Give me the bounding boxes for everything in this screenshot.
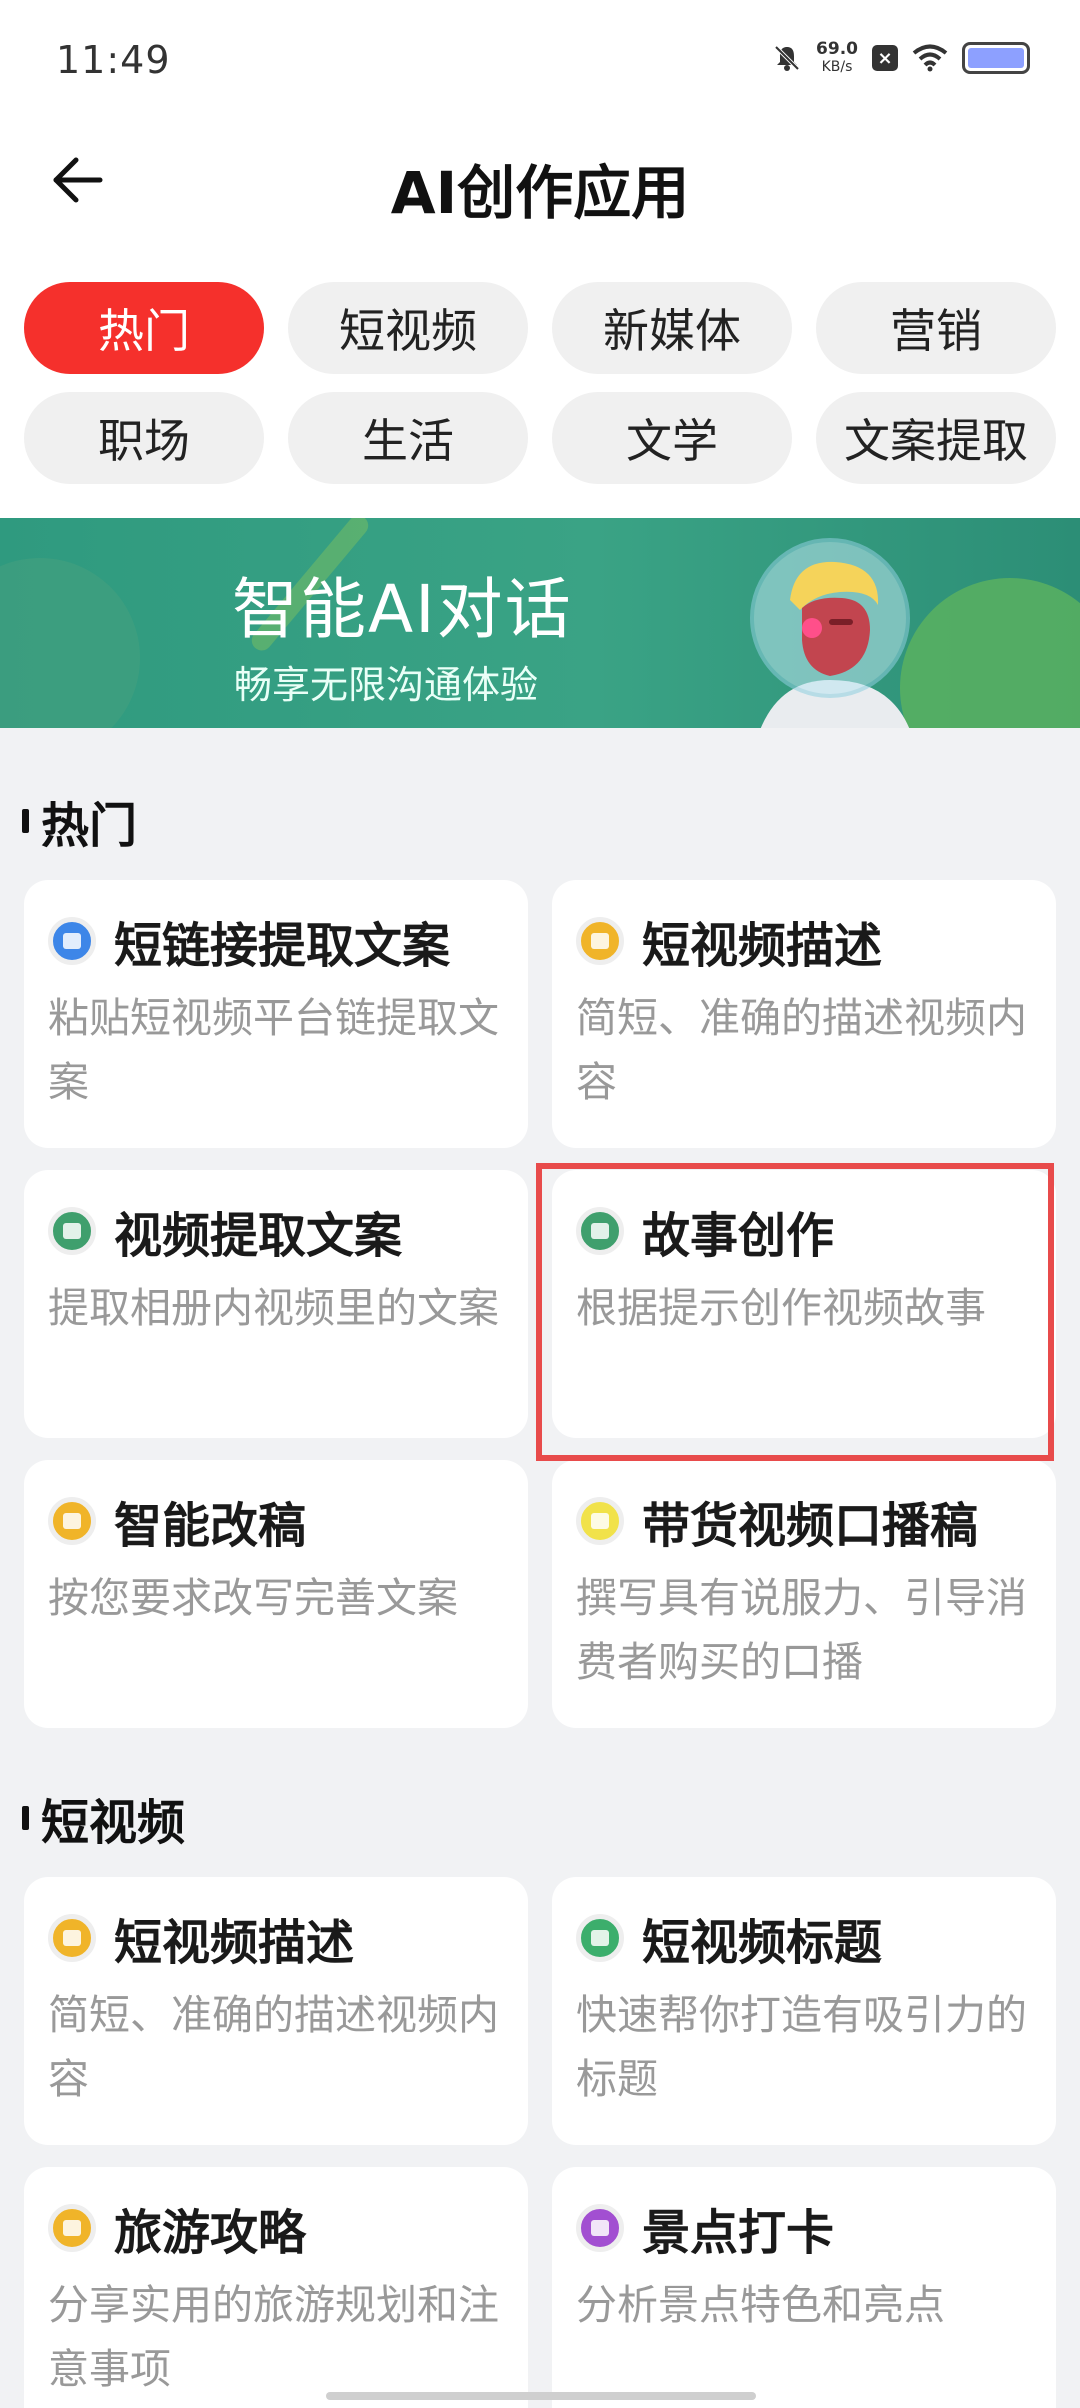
- card-description: 分析景点特色和亮点: [576, 2281, 945, 2329]
- sim-blocked-icon: ×: [872, 45, 898, 71]
- mute-bell-icon: [774, 45, 800, 71]
- card-title: 带货视频口播稿: [642, 1498, 979, 1554]
- card-title: 智能改稿: [114, 1498, 307, 1554]
- film-icon: [576, 917, 624, 965]
- card-header: 景点打卡: [576, 2197, 1032, 2261]
- card-title: 视频提取文案: [114, 1208, 403, 1264]
- net-speed: 69.0 KB/s: [816, 40, 858, 76]
- section-title-marker: [22, 1806, 29, 1830]
- card-header: 短链接提取文案: [48, 910, 504, 974]
- home-indicator[interactable]: [326, 2392, 756, 2400]
- status-bar: 11:49 69.0 KB/s ×: [0, 0, 1080, 120]
- feature-card[interactable]: 短视频标题快速帮你打造有吸引力的标题: [552, 1877, 1056, 2145]
- battery-icon: [962, 42, 1030, 74]
- icon-glyph: [63, 1930, 81, 1946]
- feature-card[interactable]: 景点打卡分析景点特色和亮点: [552, 2167, 1056, 2408]
- feature-card[interactable]: 视频提取文案提取相册内视频里的文案: [24, 1170, 528, 1438]
- banner-subtitle: 畅享无限沟通体验: [234, 663, 539, 707]
- tab-chip[interactable]: 热门: [24, 282, 264, 374]
- card-title: 短视频描述: [114, 1915, 355, 1971]
- battery-level: [968, 48, 1024, 68]
- film-icon: [48, 1914, 96, 1962]
- status-icons: 69.0 KB/s ×: [772, 40, 1030, 76]
- photo-icon: [576, 2204, 624, 2252]
- net-speed-unit: KB/s: [821, 59, 853, 75]
- clapper-icon: [576, 1207, 624, 1255]
- icon-glyph: [591, 2220, 609, 2236]
- icon-glyph: [63, 2220, 81, 2236]
- icon-glyph: [591, 1513, 609, 1529]
- card-header: 带货视频口播稿: [576, 1490, 1032, 1554]
- mountain-icon: [48, 2204, 96, 2252]
- card-header: 故事创作: [576, 1200, 1032, 1264]
- feature-card[interactable]: 短视频描述简短、准确的描述视频内容: [24, 1877, 528, 2145]
- tab-chip[interactable]: 新媒体: [552, 282, 792, 374]
- category-tabs: 热门 短视频 新媒体 营销职场 生活 文学 文案提取: [24, 282, 1056, 484]
- card-description: 简短、准确的描述视频内容: [48, 1991, 499, 2103]
- icon-glyph: [63, 1223, 81, 1239]
- feature-card[interactable]: 短视频描述简短、准确的描述视频内容: [552, 880, 1056, 1148]
- card-header: 智能改稿: [48, 1490, 504, 1554]
- wifi-icon: [912, 44, 948, 72]
- card-header: 旅游攻略: [48, 2197, 504, 2261]
- app-header: AI创作应用: [0, 120, 1080, 240]
- banner-title: 智能AI对话: [232, 571, 573, 648]
- card-description: 根据提示创作视频故事: [576, 1284, 986, 1332]
- film-icon: [48, 1497, 96, 1545]
- card-title: 短链接提取文案: [114, 918, 451, 974]
- card-header: 短视频描述: [576, 910, 1032, 974]
- tab-chip[interactable]: 短视频: [288, 282, 528, 374]
- mic-icon: [576, 1497, 624, 1545]
- ai-chat-banner[interactable]: 智能AI对话 畅享无限沟通体验: [0, 518, 1080, 728]
- tab-chip[interactable]: 文学: [552, 392, 792, 484]
- banner-decoration: [0, 558, 140, 728]
- section-title: 热门: [22, 786, 137, 856]
- tab-chip[interactable]: 生活: [288, 392, 528, 484]
- clapper-icon: [48, 1207, 96, 1255]
- card-description: 简短、准确的描述视频内容: [576, 994, 1027, 1106]
- tab-chip[interactable]: 文案提取: [816, 392, 1056, 484]
- card-header: 短视频描述: [48, 1907, 504, 1971]
- status-time: 11:49: [56, 38, 171, 82]
- icon-glyph: [591, 933, 609, 949]
- card-description: 提取相册内视频里的文案: [48, 1284, 499, 1332]
- feature-card[interactable]: 智能改稿按您要求改写完善文案: [24, 1460, 528, 1728]
- card-description: 快速帮你打造有吸引力的标题: [576, 1991, 1027, 2103]
- astronaut-illustration: [750, 538, 910, 728]
- top-panel: 11:49 69.0 KB/s × AI创作应用 热门 短视频 新媒体 营销 职…: [0, 0, 1080, 518]
- icon-glyph: [591, 1930, 609, 1946]
- feature-card[interactable]: 旅游攻略分享实用的旅游规划和注意事项: [24, 2167, 528, 2408]
- card-title: 短视频描述: [642, 918, 883, 974]
- frame-icon: [576, 1914, 624, 1962]
- play-icon: [48, 917, 96, 965]
- feature-card[interactable]: 故事创作根据提示创作视频故事: [552, 1170, 1056, 1438]
- tab-chip[interactable]: 职场: [24, 392, 264, 484]
- card-header: 视频提取文案: [48, 1200, 504, 1264]
- card-description: 分享实用的旅游规划和注意事项: [48, 2281, 499, 2393]
- card-title: 旅游攻略: [114, 2205, 307, 2261]
- card-title: 故事创作: [642, 1208, 835, 1264]
- icon-glyph: [63, 933, 81, 949]
- tab-chip[interactable]: 营销: [816, 282, 1056, 374]
- section-title-label: 热门: [41, 798, 138, 854]
- icon-glyph: [591, 1223, 609, 1239]
- section-title-marker: [22, 809, 29, 833]
- net-speed-value: 69.0: [816, 39, 858, 59]
- feature-card[interactable]: 短链接提取文案粘贴短视频平台链提取文案: [24, 880, 528, 1148]
- card-description: 按您要求改写完善文案: [48, 1574, 458, 1622]
- card-description: 粘贴短视频平台链提取文案: [48, 994, 499, 1106]
- card-title: 景点打卡: [642, 2205, 835, 2261]
- section-title-label: 短视频: [41, 1795, 186, 1851]
- feature-card[interactable]: 带货视频口播稿撰写具有说服力、引导消费者购买的口播: [552, 1460, 1056, 1728]
- card-title: 短视频标题: [642, 1915, 883, 1971]
- card-header: 短视频标题: [576, 1907, 1032, 1971]
- page-title: AI创作应用: [390, 159, 690, 227]
- section-title: 短视频: [22, 1783, 185, 1853]
- icon-glyph: [63, 1513, 81, 1529]
- card-description: 撰写具有说服力、引导消费者购买的口播: [576, 1574, 1027, 1686]
